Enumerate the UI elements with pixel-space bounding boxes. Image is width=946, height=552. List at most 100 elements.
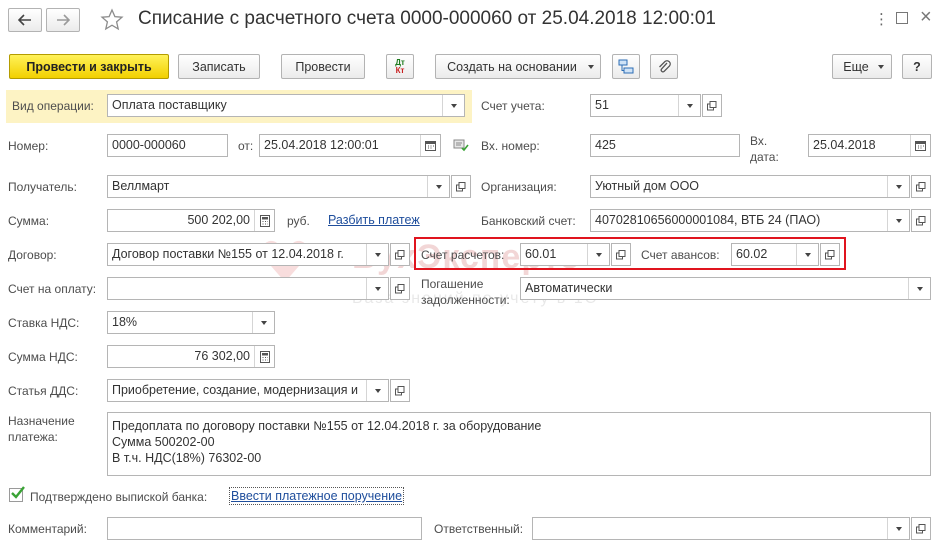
invoice-label: Счет на оплату: [8,282,97,296]
responsible-open-button[interactable] [911,517,931,540]
save-button[interactable]: Записать [178,54,260,79]
purpose-line: Предоплата по договору поставки №155 от … [112,419,542,433]
organization-select[interactable]: Уютный дом ООО [590,175,910,198]
attach-button[interactable] [650,54,678,79]
chevron-down-icon[interactable] [442,95,464,116]
organization-open-button[interactable] [911,175,931,198]
bank-account-label: Банковский счет: [481,214,576,228]
open-icon [916,181,926,191]
comment-field[interactable] [107,517,422,540]
calendar-icon[interactable] [420,135,440,156]
back-button[interactable] [8,8,42,32]
chevron-down-icon[interactable] [887,176,909,197]
post-button[interactable]: Провести [281,54,365,79]
vat-rate-label: Ставка НДС: [8,316,80,330]
purpose-label-1: Назначение [8,414,75,428]
amount-label: Сумма: [8,214,50,228]
post-and-close-button[interactable]: Провести и закрыть [9,54,169,79]
chevron-down-icon[interactable] [587,244,609,265]
vat-amount-field[interactable]: 76 302,00 [107,345,275,368]
invoice-select[interactable] [107,277,389,300]
incoming-date-field[interactable]: 25.04.2018 [808,134,931,157]
split-payment-link[interactable]: Разбить платеж [328,213,420,227]
maximize-icon[interactable] [896,12,908,24]
incoming-number-field[interactable]: 425 [590,134,740,157]
confirmed-checkbox[interactable] [9,486,25,502]
open-icon [707,100,717,110]
operation-type-select[interactable]: Оплата поставщику [107,94,465,117]
dtkt-button[interactable]: Дт Кт [386,54,414,79]
advance-account-open-button[interactable] [820,243,840,266]
chevron-down-icon[interactable] [887,210,909,231]
calendar-icon[interactable] [910,135,930,156]
number-field[interactable]: 0000-000060 [107,134,228,157]
advance-account-label: Счет авансов: [641,248,720,262]
responsible-select[interactable] [532,517,910,540]
bank-account-select[interactable]: 40702810656000001084, ВТБ 24 (ПАО) [590,209,910,232]
more-label: Еще [843,59,869,74]
operation-type-label: Вид операции: [12,99,94,113]
account-open-button[interactable] [702,94,722,117]
settlement-account-open-button[interactable] [611,243,631,266]
open-icon [395,385,405,395]
incoming-date-label-1: Вх. [750,134,768,148]
enter-payment-order-link[interactable]: Ввести платежное поручение [228,487,405,505]
debt-repayment-label-1: Погашение [421,277,484,291]
purpose-label-2: платежа: [8,430,58,444]
chevron-down-icon[interactable] [796,244,818,265]
chevron-down-icon[interactable] [887,518,909,539]
contract-open-button[interactable] [390,243,410,266]
bank-account-open-button[interactable] [911,209,931,232]
calculator-icon[interactable] [254,210,274,231]
chevron-down-icon[interactable] [366,244,388,265]
account-select[interactable]: 51 [590,94,701,117]
open-icon [616,249,626,259]
close-icon[interactable]: × [920,6,932,29]
bank-statement-icon[interactable] [453,138,469,155]
number-value: 0000-000060 [112,138,186,152]
organization-label: Организация: [481,180,557,194]
forward-button[interactable] [46,8,80,32]
date-value: 25.04.2018 12:00:01 [264,138,379,152]
create-based-on-label: Создать на основании [447,59,577,74]
settlement-account-select[interactable]: 60.01 [520,243,610,266]
invoice-open-button[interactable] [390,277,410,300]
window-title: Списание с расчетного счета 0000-000060 … [138,8,716,29]
chevron-down-icon[interactable] [427,176,449,197]
date-field[interactable]: 25.04.2018 12:00:01 [259,134,441,157]
open-icon [916,215,926,225]
chevron-down-icon [878,65,884,69]
contract-value: Договор поставки №155 от 12.04.2018 г. [112,247,344,261]
cash-flow-item-select[interactable]: Приобретение, создание, модернизация и [107,379,389,402]
create-based-on-button[interactable]: Создать на основании [435,54,601,79]
contract-select[interactable]: Договор поставки №155 от 12.04.2018 г. [107,243,389,266]
responsible-label: Ответственный: [434,522,524,536]
chevron-down-icon[interactable] [908,278,930,299]
incoming-number-value: 425 [595,138,616,152]
advance-account-value: 60.02 [736,247,768,261]
dtkt-icon: Дт Кт [395,58,405,75]
cash-flow-item-open-button[interactable] [390,379,410,402]
help-button[interactable]: ? [902,54,932,79]
window-menu-icon[interactable]: ⋮ [874,10,889,28]
chevron-down-icon[interactable] [252,312,274,333]
advance-account-select[interactable]: 60.02 [731,243,819,266]
amount-field[interactable]: 500 202,00 [107,209,275,232]
amount-value: 500 202,00 [187,213,250,227]
debt-repayment-select[interactable]: Автоматически [520,277,931,300]
structure-button[interactable] [612,54,640,79]
more-button[interactable]: Еще [832,54,892,79]
chevron-down-icon[interactable] [678,95,700,116]
calculator-icon[interactable] [254,346,274,367]
recipient-open-button[interactable] [451,175,471,198]
cash-flow-item-label: Статья ДДС: [8,384,79,398]
purpose-textarea[interactable]: Предоплата по договору поставки №155 от … [107,412,931,476]
chevron-down-icon[interactable] [366,278,388,299]
recipient-select[interactable]: Веллмарт [107,175,450,198]
currency-label: руб. [287,214,310,228]
confirmed-label: Подтверждено выпиской банка: [30,490,208,504]
vat-rate-select[interactable]: 18% [107,311,275,334]
comment-label: Комментарий: [8,522,87,536]
favorite-star-icon[interactable] [100,8,124,32]
chevron-down-icon[interactable] [366,380,388,401]
